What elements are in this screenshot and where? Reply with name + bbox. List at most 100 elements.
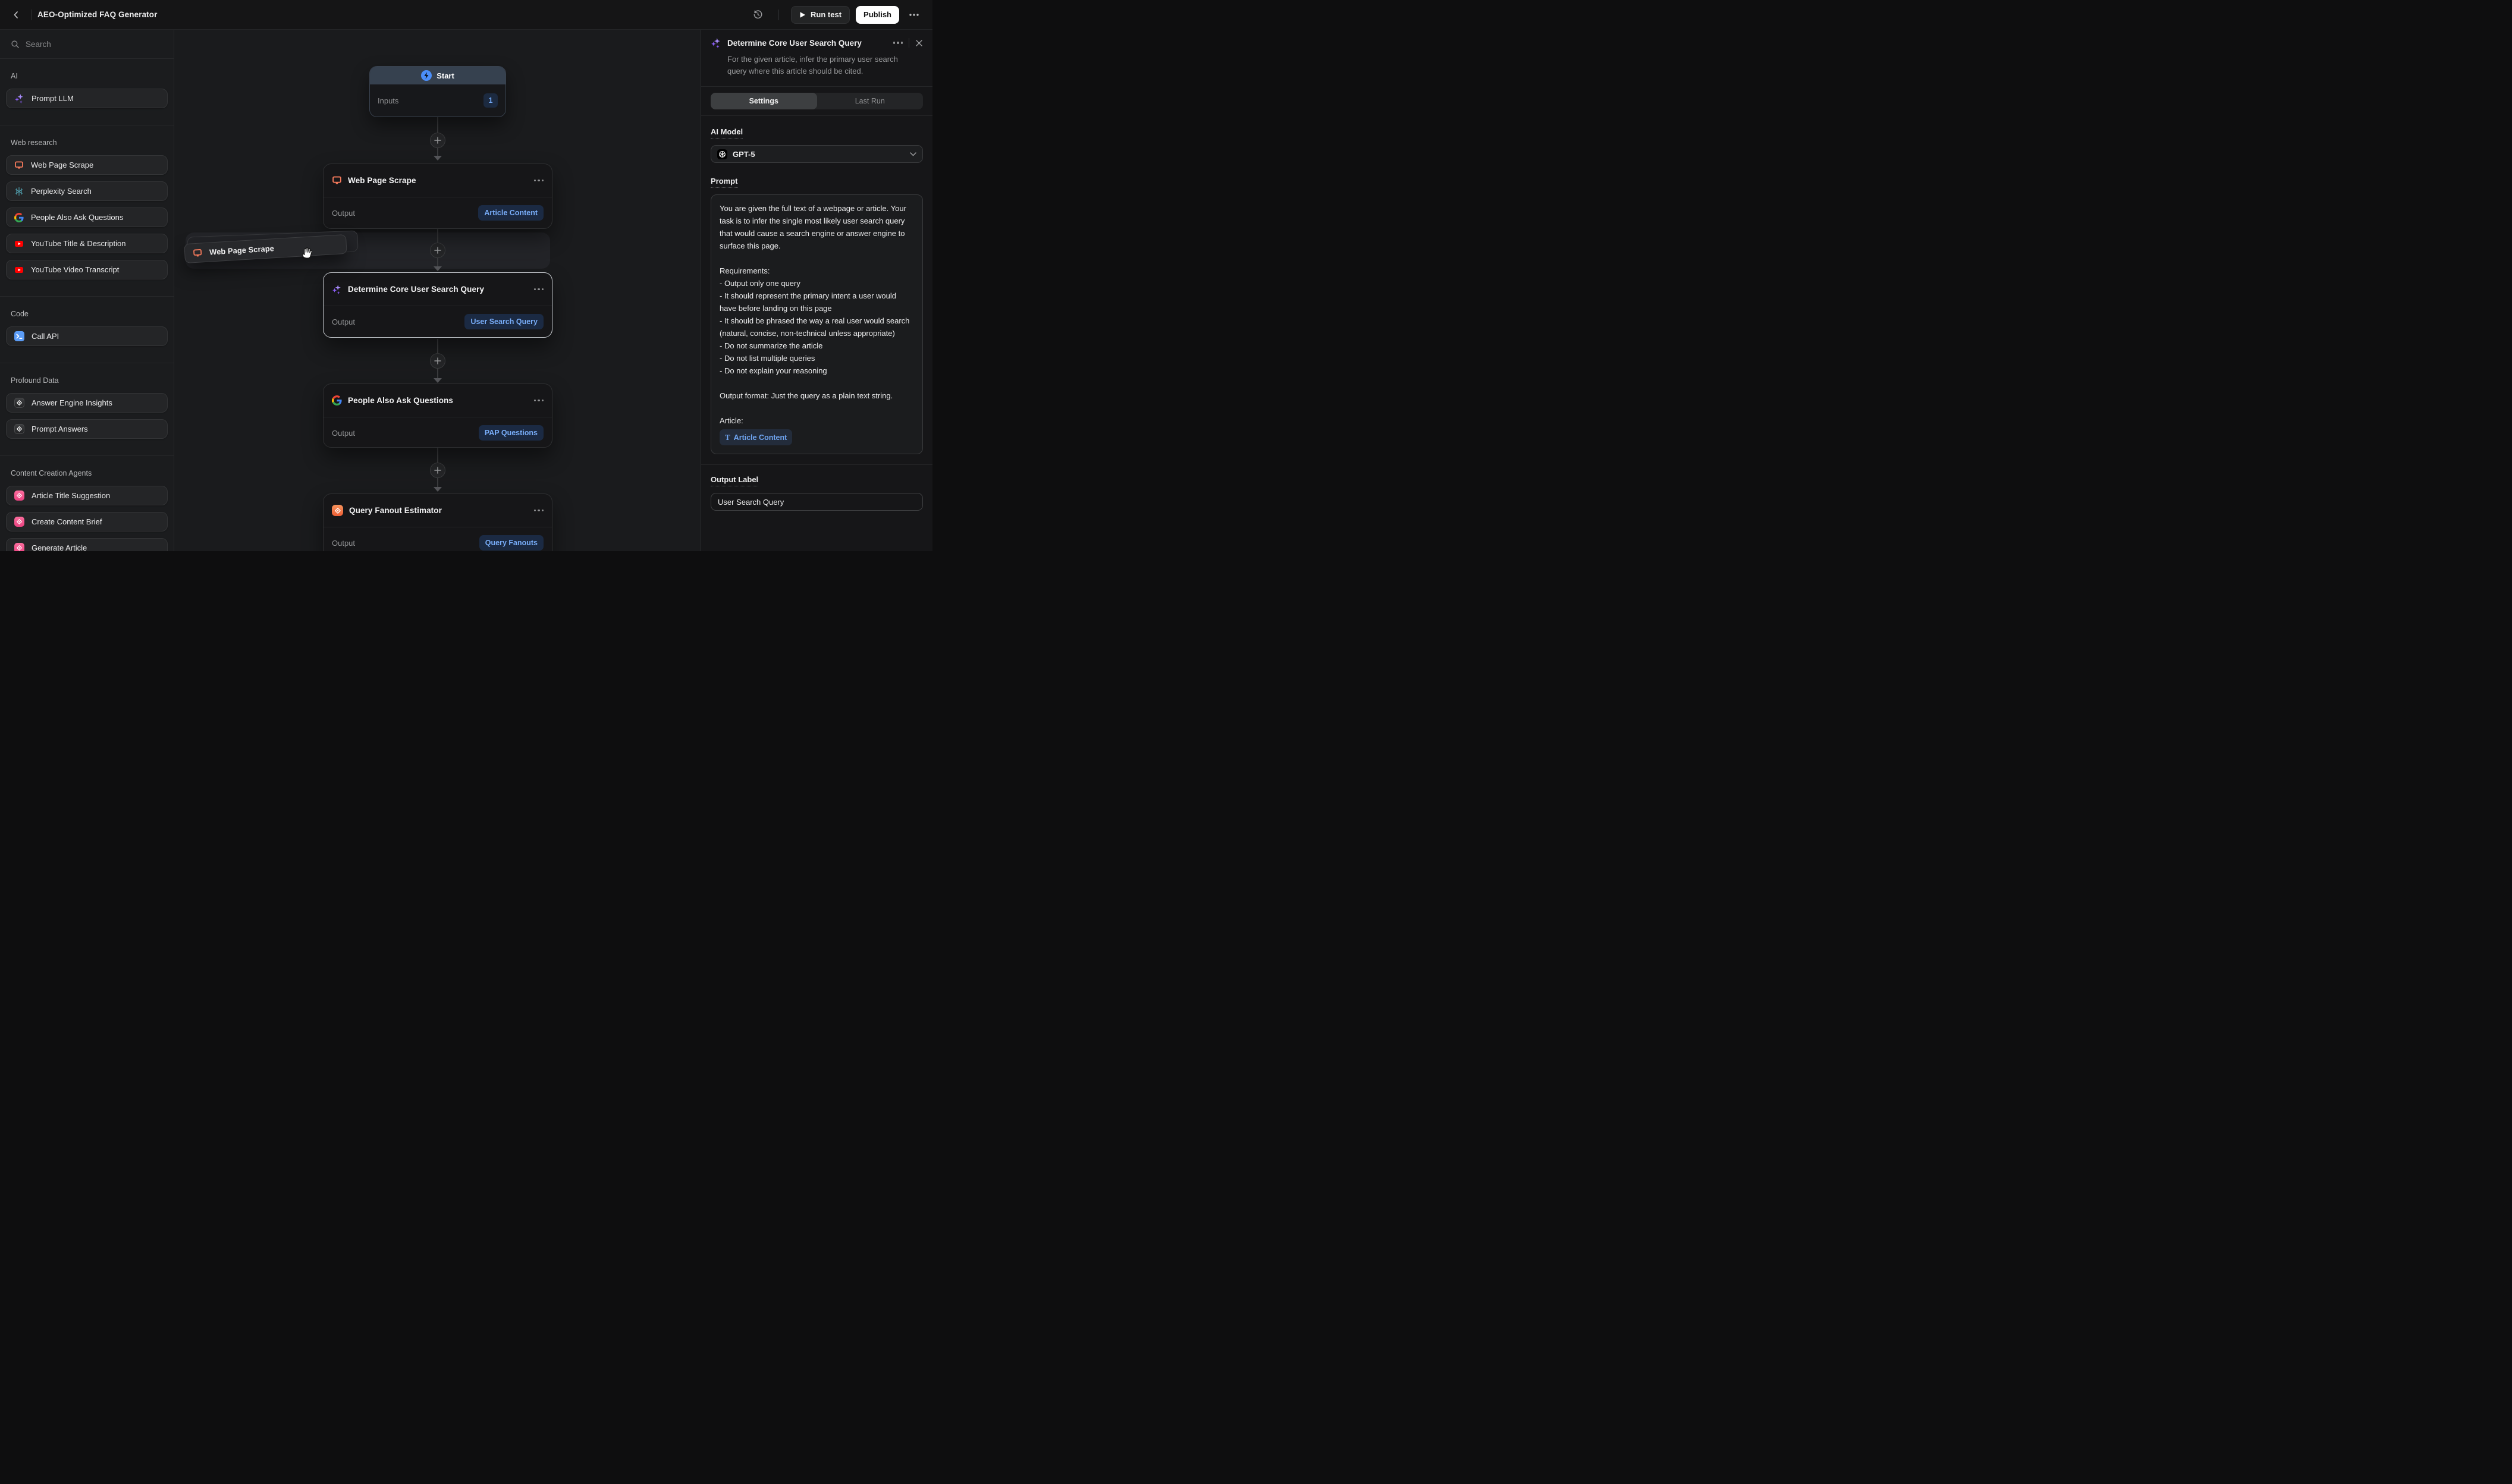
section-label-code: Code <box>11 310 163 318</box>
inputs-count-badge[interactable]: 1 <box>483 93 498 108</box>
chevron-left-icon <box>12 11 20 19</box>
play-icon <box>799 11 806 18</box>
start-node-header: Start <box>370 67 505 84</box>
flow-builder-app: AEO-Optimized FAQ Generator Run test Pub… <box>0 0 932 551</box>
workflow-title: AEO-Optimized FAQ Generator <box>37 10 157 19</box>
prompt-text: You are given the full text of a webpage… <box>720 202 914 427</box>
history-icon <box>753 10 763 20</box>
sidebar-item-label: Perplexity Search <box>31 187 92 196</box>
profound-dark-icon <box>14 398 24 408</box>
plus-icon <box>434 137 441 144</box>
add-node-button[interactable] <box>430 133 445 148</box>
dragged-item-label: Web Page Scrape <box>209 244 275 256</box>
token-chip-label: Article Content <box>734 433 787 442</box>
sidebar-item-label: Answer Engine Insights <box>32 398 112 407</box>
sidebar-item-prompt-llm[interactable]: Prompt LLM <box>6 89 168 108</box>
publish-label: Publish <box>864 10 891 19</box>
history-button[interactable] <box>749 6 767 24</box>
run-test-button[interactable]: Run test <box>791 6 850 24</box>
sidebar-item-web-page-scrape[interactable]: Web Page Scrape <box>6 155 168 175</box>
node-menu-button[interactable] <box>534 510 544 512</box>
back-button[interactable] <box>7 6 25 24</box>
run-test-label: Run test <box>811 10 841 19</box>
node-library-sidebar: AI Prompt LLM Web research Web Page Scra… <box>0 30 174 551</box>
sidebar-item-label: Generate Article <box>32 543 87 551</box>
close-icon[interactable] <box>915 39 923 47</box>
add-node-button[interactable] <box>430 243 445 258</box>
profound-pink-icon <box>14 543 24 551</box>
sidebar-item-label: YouTube Video Transcript <box>31 265 119 274</box>
more-menu-button[interactable] <box>905 6 923 24</box>
divider <box>31 10 32 20</box>
prompt-editor[interactable]: You are given the full text of a webpage… <box>711 194 923 454</box>
profound-orange-icon <box>332 505 343 516</box>
start-node-title: Start <box>437 71 454 80</box>
output-label: Output <box>332 539 355 548</box>
add-node-button[interactable] <box>430 353 445 369</box>
sidebar-item-prompt-answers[interactable]: Prompt Answers <box>6 419 168 439</box>
sidebar-item-youtube-transcript[interactable]: YouTube Video Transcript <box>6 260 168 279</box>
ai-model-select[interactable]: GPT-5 <box>711 145 923 163</box>
monitor-icon <box>14 161 24 170</box>
section-label-content-agents: Content Creation Agents <box>11 469 163 477</box>
top-bar: AEO-Optimized FAQ Generator Run test Pub… <box>0 0 932 30</box>
article-content-token-chip[interactable]: T Article Content <box>720 429 792 445</box>
divider <box>0 455 174 456</box>
google-icon <box>332 395 342 405</box>
tab-last-run[interactable]: Last Run <box>817 93 924 109</box>
sidebar-item-label: Web Page Scrape <box>31 161 93 169</box>
search-input[interactable] <box>26 40 163 49</box>
panel-title: Determine Core User Search Query <box>727 39 887 48</box>
sidebar-item-youtube-title[interactable]: YouTube Title & Description <box>6 234 168 253</box>
node-title: Query Fanout Estimator <box>349 506 528 515</box>
publish-button[interactable]: Publish <box>856 6 899 24</box>
profound-pink-icon <box>14 517 24 527</box>
prompt-label: Prompt <box>711 177 738 188</box>
youtube-icon <box>14 265 24 275</box>
output-value-badge[interactable]: Article Content <box>478 205 544 221</box>
sidebar-item-generate-article[interactable]: Generate Article <box>6 538 168 551</box>
output-value-badge[interactable]: PAP Questions <box>479 425 544 441</box>
sidebar-item-article-title-suggestion[interactable]: Article Title Suggestion <box>6 486 168 505</box>
panel-menu-button[interactable] <box>893 42 903 44</box>
output-value-badge[interactable]: Query Fanouts <box>479 535 544 551</box>
tab-settings[interactable]: Settings <box>711 93 817 109</box>
plus-icon <box>434 357 441 364</box>
output-value-badge[interactable]: User Search Query <box>464 314 544 329</box>
start-node[interactable]: Start Inputs 1 <box>369 66 506 117</box>
sparkles-icon <box>14 93 24 103</box>
sidebar-item-label: Call API <box>32 332 59 341</box>
node-menu-button[interactable] <box>534 288 544 291</box>
start-node-body: Inputs 1 <box>370 84 505 117</box>
sidebar-item-call-api[interactable]: Call API <box>6 326 168 346</box>
node-description: For the given article, infer the primary… <box>727 54 906 77</box>
node-people-also-ask-questions[interactable]: People Also Ask Questions Output PAP Que… <box>323 383 552 448</box>
node-menu-button[interactable] <box>534 400 544 402</box>
lightning-icon <box>421 70 432 81</box>
profound-pink-icon <box>14 491 24 501</box>
sidebar-item-answer-engine-insights[interactable]: Answer Engine Insights <box>6 393 168 413</box>
inputs-label: Inputs <box>378 96 398 105</box>
panel-header: Determine Core User Search Query For the… <box>701 30 932 86</box>
arrow-down-icon <box>434 266 442 271</box>
node-title: Determine Core User Search Query <box>348 285 528 294</box>
node-query-fanout-estimator[interactable]: Query Fanout Estimator Output Query Fano… <box>323 493 552 551</box>
arrow-down-icon <box>434 378 442 383</box>
monitor-icon <box>332 175 342 186</box>
plus-icon <box>434 467 441 474</box>
perplexity-icon <box>14 187 24 196</box>
flow-canvas[interactable]: Start Inputs 1 Web Page Scrape Output Ar… <box>174 30 701 551</box>
sidebar-item-create-content-brief[interactable]: Create Content Brief <box>6 512 168 532</box>
node-web-page-scrape[interactable]: Web Page Scrape Output Article Content <box>323 164 552 229</box>
output-label-input[interactable] <box>711 493 923 511</box>
node-menu-button[interactable] <box>534 180 544 182</box>
ellipsis-icon <box>909 14 919 16</box>
profound-dark-icon <box>14 424 24 434</box>
divider <box>778 10 779 20</box>
sidebar-item-people-also-ask[interactable]: People Also Ask Questions <box>6 207 168 227</box>
node-determine-core-user-search-query[interactable]: Determine Core User Search Query Output … <box>323 272 552 338</box>
sidebar-item-perplexity-search[interactable]: Perplexity Search <box>6 181 168 201</box>
add-node-button[interactable] <box>430 463 445 478</box>
sidebar-item-label: Create Content Brief <box>32 517 102 526</box>
node-title: Web Page Scrape <box>348 176 528 185</box>
